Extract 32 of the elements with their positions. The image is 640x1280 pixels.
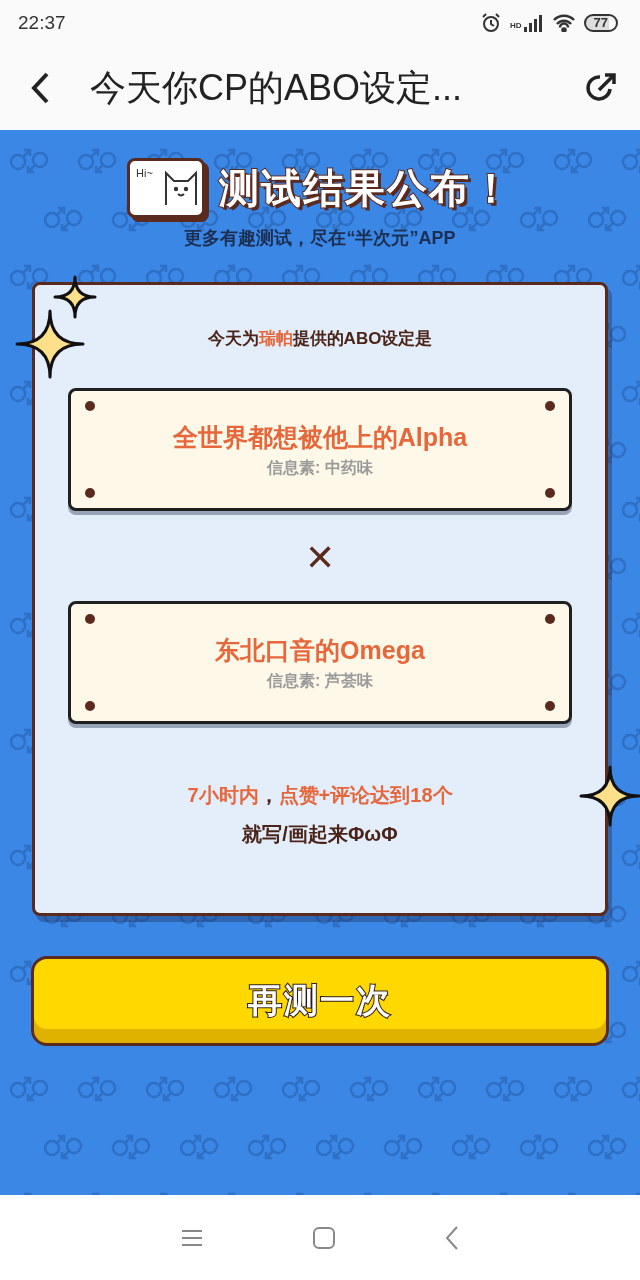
status-time: 22:37 — [18, 12, 66, 34]
pairing-cross: ✕ — [304, 537, 336, 579]
rivet-icon — [85, 401, 95, 411]
back-nav-button[interactable] — [445, 1225, 459, 1250]
role-name: 东北口音的Omega — [215, 634, 425, 666]
back-button[interactable] — [30, 71, 50, 105]
challenge-text: 7小时内，点赞+评论达到18个 — [187, 783, 453, 808]
result-banner-title: 测试结果公布！ — [219, 164, 513, 212]
pheromone-text: 信息素: 中药味 — [267, 457, 373, 478]
rivet-icon — [545, 488, 555, 498]
menu-icon[interactable] — [181, 1228, 203, 1247]
rivet-icon — [85, 488, 95, 498]
result-intro-text: 今天为瑞帕提供的ABO设定是 — [207, 328, 433, 350]
page-title: 今天你CP的ABO设定... — [90, 65, 464, 110]
home-button[interactable] — [313, 1226, 335, 1249]
rivet-icon — [545, 614, 555, 624]
pheromone-text: 信息素: 芦荟味 — [267, 670, 373, 691]
rivet-icon — [85, 614, 95, 624]
battery-indicator: 77 — [583, 14, 618, 32]
wifi-icon — [551, 14, 576, 32]
bubble-text: Hi~ — [136, 167, 153, 179]
rivet-icon — [545, 701, 555, 711]
retry-button[interactable]: 再测一次 — [31, 956, 609, 1046]
role-name: 全世界都想被他上的Alpha — [172, 421, 468, 453]
network-type-label: HD — [509, 21, 522, 30]
sparkle-icon — [579, 765, 640, 827]
banner-subtitle: 更多有趣测试，尽在“半次元”APP — [184, 227, 456, 250]
closing-text: 就写/画起来ΦωΦ — [242, 822, 398, 847]
rivet-icon — [545, 401, 555, 411]
cat-icon — [164, 169, 198, 205]
signal-icon — [523, 14, 544, 32]
rivet-icon — [85, 701, 95, 711]
